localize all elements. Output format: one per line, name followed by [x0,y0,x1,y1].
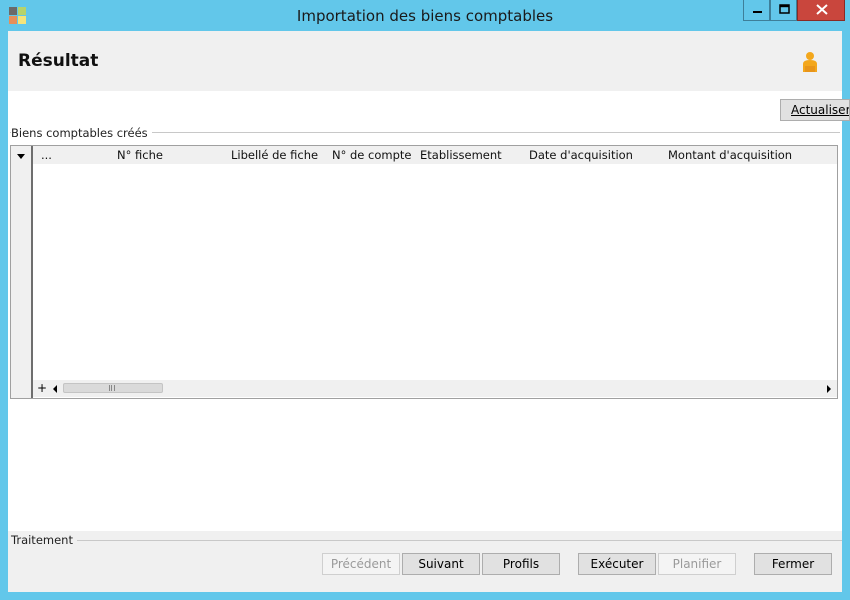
person-icon [803,52,817,72]
footer-panel: Traitement Précédent Suivant Profils Exé… [8,531,842,592]
refresh-button-label: Actualiser [791,103,850,117]
grip-icon [109,385,115,391]
close-button[interactable]: Fermer [754,553,832,575]
close-window-button[interactable] [797,0,845,21]
previous-button[interactable]: Précédent [322,553,400,575]
column-header-fiche-number[interactable]: N° fiche [117,148,163,162]
profiles-button[interactable]: Profils [482,553,560,575]
scrollbar-thumb[interactable] [63,383,163,393]
schedule-button[interactable]: Planifier [658,553,736,575]
grid-row-gutter [11,146,33,398]
client-area: Résultat Actualiser Biens comptables cré… [8,31,850,592]
refresh-button[interactable]: Actualiser [780,99,850,121]
maximize-button[interactable] [770,0,797,21]
minimize-button[interactable] [743,0,770,21]
main-window: Importation des biens comptables Résulta… [0,0,850,600]
column-header-more[interactable]: ... [41,148,52,162]
close-icon [816,4,828,15]
title-bar: Importation des biens comptables [0,0,850,31]
column-header-acquisition-amount[interactable]: Montant d'acquisition [668,148,792,162]
column-header-establishment[interactable]: Etablissement [420,148,502,162]
footer-label: Traitement [11,533,77,547]
horizontal-scrollbar[interactable]: + [33,380,837,397]
maximize-icon [779,4,790,14]
column-header-fiche-label[interactable]: Libellé de fiche [231,148,318,162]
dropdown-arrow-icon[interactable] [17,154,25,159]
scroll-left-icon[interactable] [53,385,57,393]
column-header-acquisition-date[interactable]: Date d'acquisition [529,148,633,162]
page-title: Résultat [18,51,99,71]
scroll-right-icon[interactable] [827,385,831,393]
window-title: Importation des biens comptables [296,7,554,25]
results-grid[interactable]: ... N° fiche Libellé de fiche N° de comp… [10,145,838,399]
add-row-icon[interactable]: + [37,381,47,395]
column-header-account-number[interactable]: N° de compte [332,148,411,162]
group-label: Biens comptables créés [11,126,152,140]
minimize-icon [753,11,762,13]
grid-header: ... N° fiche Libellé de fiche N° de comp… [33,146,837,164]
next-button[interactable]: Suivant [402,553,480,575]
execute-button[interactable]: Exécuter [578,553,656,575]
header-panel: Résultat [8,31,842,91]
footer-divider [66,540,842,541]
